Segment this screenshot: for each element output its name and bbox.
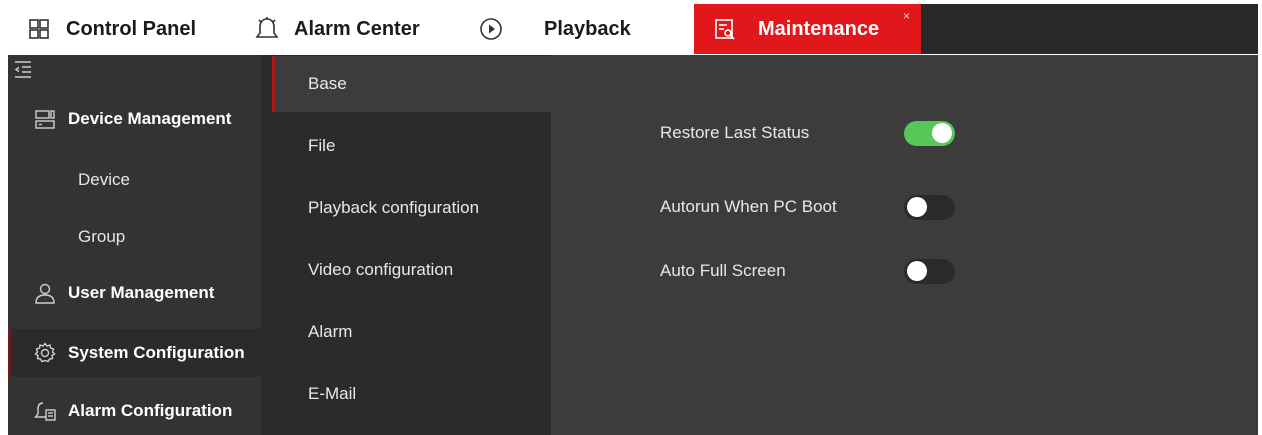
tab-alarm-center[interactable]: Alarm Center [254, 4, 420, 54]
submenu-item-label: Playback configuration [308, 198, 480, 217]
sidebar-item-label: Device [78, 170, 130, 189]
setting-row-restore-last-status: Restore Last Status [660, 118, 955, 148]
sidebar-item-system-configuration[interactable]: System Configuration [8, 329, 261, 377]
toggle-knob [932, 123, 952, 143]
play-circle-icon [478, 16, 504, 42]
gear-icon [34, 342, 56, 364]
collapse-menu-icon[interactable] [14, 60, 32, 78]
tab-label: Control Panel [66, 17, 197, 40]
sidebar-item-label: User Management [68, 283, 215, 302]
auto-full-screen-toggle[interactable] [904, 258, 955, 284]
sidebar-item-label: Device Management [68, 109, 232, 128]
toggle-knob [907, 261, 927, 281]
setting-row-autorun-when-pc-boot: Autorun When PC Boot [660, 192, 955, 222]
autorun-when-pc-boot-toggle[interactable] [904, 194, 955, 220]
device-management-icon [34, 108, 56, 130]
user-icon [34, 282, 56, 304]
settings-panel [551, 55, 1258, 435]
sidebar-item-device[interactable]: Device [8, 156, 261, 204]
setting-label: Auto Full Screen [660, 261, 786, 280]
sidebar-item-label: System Configuration [68, 343, 245, 362]
alarm-config-icon [34, 400, 56, 422]
submenu-item-playback-configuration[interactable]: Playback configuration [272, 180, 551, 236]
tab-close-button[interactable]: × [903, 10, 915, 22]
setting-row-auto-full-screen: Auto Full Screen [660, 256, 955, 286]
submenu-item-base[interactable]: Base [272, 56, 551, 112]
bell-icon [254, 16, 280, 42]
setting-label: Restore Last Status [660, 123, 810, 142]
sidebar-item-device-management[interactable]: Device Management [8, 95, 261, 143]
grid-icon [26, 16, 52, 42]
tab-playback[interactable]: Playback [478, 4, 631, 54]
submenu-item-alarm[interactable]: Alarm [272, 304, 551, 360]
submenu-item-label: File [308, 136, 336, 155]
submenu-item-email[interactable]: E-Mail [272, 366, 551, 422]
sidebar-divider [261, 55, 272, 435]
submenu-item-label: Base [308, 74, 347, 93]
tab-maintenance[interactable]: Maintenance [694, 4, 921, 54]
restore-last-status-toggle[interactable] [904, 120, 955, 146]
submenu-item-file[interactable]: File [272, 118, 551, 174]
submenu-item-video-configuration[interactable]: Video configuration [272, 242, 551, 298]
top-tab-bar: Control Panel Alarm Center Playback Main… [0, 0, 1262, 55]
sidebar-item-label: Alarm Configuration [68, 401, 233, 420]
maintenance-icon [712, 16, 738, 42]
window-right-edge [1258, 0, 1262, 435]
tab-bar-empty-area [921, 4, 1258, 54]
tab-label: Alarm Center [294, 17, 420, 40]
submenu-item-label: E-Mail [308, 384, 357, 403]
tab-label: Playback [544, 17, 631, 40]
sidebar-item-group[interactable]: Group [8, 213, 261, 261]
submenu-item-label: Alarm [308, 322, 353, 341]
window-left-edge [0, 55, 8, 435]
tab-control-panel[interactable]: Control Panel [26, 4, 196, 54]
toggle-knob [907, 197, 927, 217]
submenu-item-label: Video configuration [308, 260, 454, 279]
sidebar-item-alarm-configuration[interactable]: Alarm Configuration [8, 387, 261, 435]
tab-label: Maintenance [758, 17, 880, 40]
setting-label: Autorun When PC Boot [660, 197, 837, 216]
sidebar-item-user-management[interactable]: User Management [8, 269, 261, 317]
sidebar-item-label: Group [78, 227, 126, 246]
